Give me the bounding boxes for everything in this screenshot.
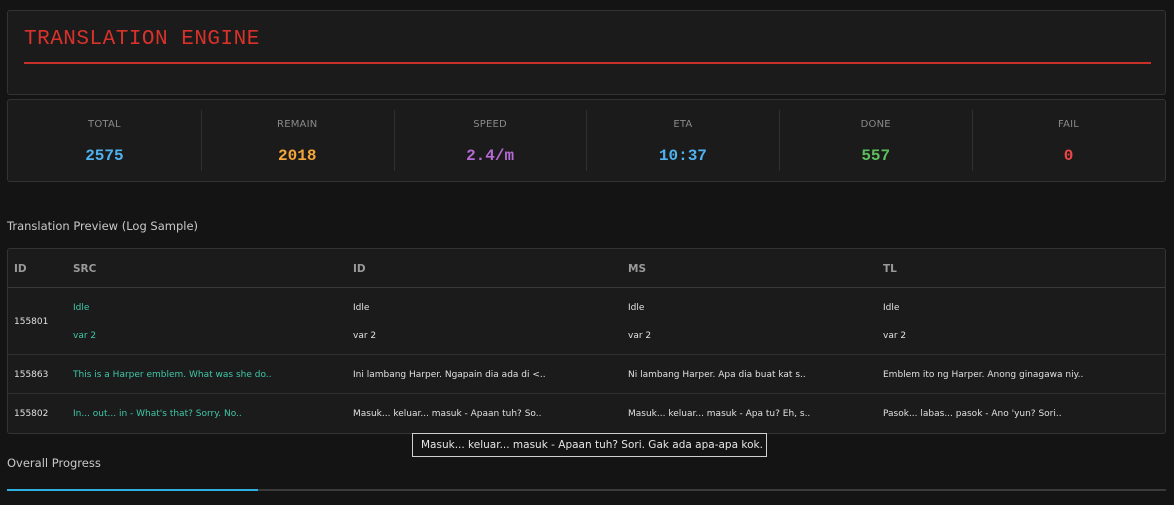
title-underline [24, 62, 1151, 64]
row-id: 155863 [14, 370, 49, 380]
overall-progress-bar [7, 489, 1166, 491]
stat-remain-label: REMAIN [277, 119, 318, 130]
src-line: var 2 [73, 331, 97, 341]
preview-section-title: Translation Preview (Log Sample) [7, 219, 199, 233]
overall-progress-fill [7, 489, 258, 491]
src-cell: This is a Harper emblem. What was she do… [73, 370, 272, 380]
stat-fail-label: FAIL [1058, 119, 1080, 130]
stat-total: TOTAL 2575 [8, 100, 201, 181]
preview-table: ID SRC ID MS TL 155801 Idle var 2 Idle v… [7, 248, 1166, 434]
stat-speed: SPEED 2.4/m [393, 100, 587, 181]
ms-cell: Ni lambang Harper. Apa dia buat kat s.. [628, 370, 806, 380]
tl-line: var 2 [883, 331, 907, 341]
column-header-tl[interactable]: TL [883, 263, 897, 275]
stat-total-label: TOTAL [88, 119, 121, 130]
column-header-ms[interactable]: MS [628, 263, 646, 275]
stat-done-label: DONE [860, 119, 891, 130]
stat-total-value: 2575 [85, 147, 124, 165]
id-cell: Ini lambang Harper. Ngapain dia ada di <… [353, 370, 546, 380]
table-row[interactable]: 155801 Idle var 2 Idle var 2 Idle var 2 … [8, 288, 1165, 355]
row-id: 155801 [14, 317, 49, 327]
cell-tooltip: Masuk... keluar... masuk - Apaan tuh? So… [412, 433, 767, 457]
row-id: 155802 [14, 409, 49, 419]
id-line: Idle [353, 303, 370, 313]
stat-eta-label: ETA [673, 119, 693, 130]
src-line: Idle [73, 303, 90, 313]
stat-done-value: 557 [861, 147, 891, 165]
progress-section-title: Overall Progress [7, 456, 101, 470]
ms-line: Idle [628, 303, 645, 313]
app-title: TRANSLATION ENGINE [24, 28, 260, 51]
stat-remain-value: 2018 [278, 147, 317, 165]
tl-cell: Pasok... labas... pasok - Ano 'yun? Sori… [883, 409, 1062, 419]
header-panel: TRANSLATION ENGINE [7, 10, 1166, 95]
tl-line: Idle [883, 303, 900, 313]
id-line: var 2 [353, 331, 377, 341]
stat-eta: ETA 10:37 [586, 100, 779, 181]
stat-remain: REMAIN 2018 [200, 100, 394, 181]
table-row[interactable]: 155863 This is a Harper emblem. What was… [8, 355, 1165, 394]
ms-line: var 2 [628, 331, 652, 341]
column-header-id[interactable]: ID [14, 263, 27, 275]
stats-panel: TOTAL 2575 REMAIN 2018 SPEED 2.4/m ETA 1… [7, 99, 1166, 182]
tl-cell: Emblem ito ng Harper. Anong ginagawa niy… [883, 370, 1084, 380]
stat-fail-value: 0 [1063, 147, 1074, 165]
table-row[interactable]: 155802 In... out... in - What's that? So… [8, 394, 1165, 433]
column-header-src[interactable]: SRC [73, 263, 96, 275]
ms-cell: Masuk... keluar... masuk - Apa tu? Eh, s… [628, 409, 811, 419]
stat-done: DONE 557 [779, 100, 972, 181]
stat-speed-value: 2.4/m [466, 147, 515, 165]
id-cell[interactable]: Masuk... keluar... masuk - Apaan tuh? So… [353, 409, 593, 419]
table-header-row: ID SRC ID MS TL [8, 249, 1165, 288]
stat-speed-label: SPEED [473, 119, 507, 130]
stat-eta-value: 10:37 [658, 147, 707, 165]
stat-fail: FAIL 0 [972, 100, 1165, 181]
column-header-id-lang[interactable]: ID [353, 263, 366, 275]
src-cell: In... out... in - What's that? Sorry. No… [73, 409, 242, 419]
